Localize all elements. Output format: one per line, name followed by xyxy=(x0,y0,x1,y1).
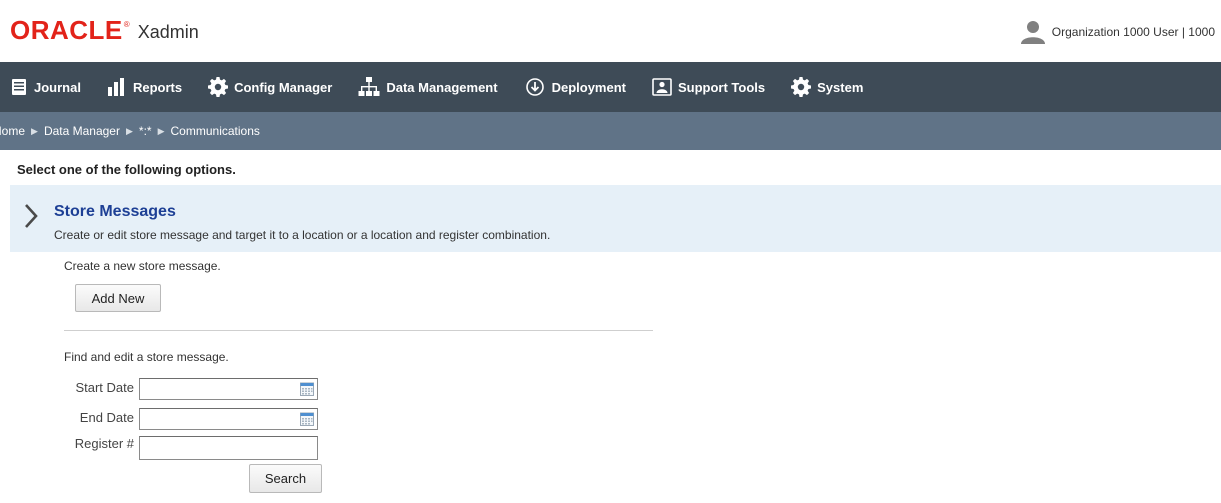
register-field[interactable] xyxy=(139,436,318,460)
search-button[interactable]: Search xyxy=(249,464,322,493)
journal-icon xyxy=(12,79,26,95)
chevron-right-icon[interactable] xyxy=(24,203,38,232)
user-label: Organization 1000 User | 1000 xyxy=(1051,25,1215,39)
nav-data-management[interactable]: Data Management xyxy=(358,77,498,97)
hierarchy-icon xyxy=(358,77,380,96)
store-messages-panel[interactable]: Store Messages Create or edit store mess… xyxy=(10,185,1221,252)
bar-chart-icon xyxy=(107,78,124,96)
gear-icon xyxy=(791,77,812,97)
register-input[interactable] xyxy=(140,437,310,459)
breadcrumb-separator: ▶ xyxy=(157,125,165,136)
main-nav: Journal Reports Config Manager Data Mana… xyxy=(0,62,1221,112)
nav-label: Config Manager xyxy=(234,79,333,95)
cloud-download-icon xyxy=(525,78,544,96)
top-header: ORACLE ® Xadmin Organization 1000 User |… xyxy=(0,0,1221,62)
start-date-field[interactable] xyxy=(139,378,318,400)
store-messages-description: Create or edit store message and target … xyxy=(54,228,551,242)
nav-label: Data Management xyxy=(386,79,498,95)
oracle-logo: ORACLE xyxy=(10,15,123,45)
breadcrumb-home[interactable]: Home xyxy=(0,124,25,138)
registered-mark: ® xyxy=(123,20,130,29)
start-date-input[interactable] xyxy=(140,379,290,399)
nav-reports[interactable]: Reports xyxy=(107,78,182,96)
user-menu[interactable]: Organization 1000 User | 1000 xyxy=(1020,20,1215,44)
nav-label: Reports xyxy=(132,79,183,95)
breadcrumb: Home ▶ Data Manager ▶ *:* ▶ Communicatio… xyxy=(0,112,1221,150)
nav-journal[interactable]: Journal xyxy=(10,78,81,96)
support-tools-icon xyxy=(652,78,672,96)
nav-label: System xyxy=(817,79,864,95)
breadcrumb-wildcard[interactable]: *:* xyxy=(139,124,152,138)
nav-label: Support Tools xyxy=(677,79,766,95)
nav-system[interactable]: System xyxy=(791,77,863,97)
end-date-input[interactable] xyxy=(140,409,290,429)
nav-support-tools[interactable]: Support Tools xyxy=(652,78,765,96)
create-label: Create a new store message. xyxy=(64,259,221,273)
divider xyxy=(64,330,653,331)
nav-config-manager[interactable]: Config Manager xyxy=(208,77,332,97)
user-avatar-icon xyxy=(1020,20,1046,44)
calendar-icon[interactable] xyxy=(300,412,314,426)
store-messages-title[interactable]: Store Messages xyxy=(54,203,176,221)
gear-icon xyxy=(208,77,229,97)
calendar-icon[interactable] xyxy=(300,382,314,396)
find-label: Find and edit a store message. xyxy=(64,350,229,364)
app-name: Xadmin xyxy=(137,22,199,42)
breadcrumb-current: Communications xyxy=(170,124,260,138)
breadcrumb-data-manager[interactable]: Data Manager xyxy=(44,124,120,138)
add-new-button[interactable]: Add New xyxy=(75,284,161,312)
brand: ORACLE ® Xadmin xyxy=(10,17,199,44)
end-date-label: End Date xyxy=(79,410,134,425)
start-date-label: Start Date xyxy=(75,380,134,395)
nav-label: Journal xyxy=(34,79,81,95)
end-date-field[interactable] xyxy=(139,408,318,430)
page-instruction: Select one of the following options. xyxy=(17,162,236,177)
nav-label: Deployment xyxy=(551,79,626,95)
breadcrumb-separator: ▶ xyxy=(125,125,133,136)
breadcrumb-separator: ▶ xyxy=(31,125,38,136)
register-label: Register # xyxy=(74,436,134,451)
nav-deployment[interactable]: Deployment xyxy=(524,78,626,96)
